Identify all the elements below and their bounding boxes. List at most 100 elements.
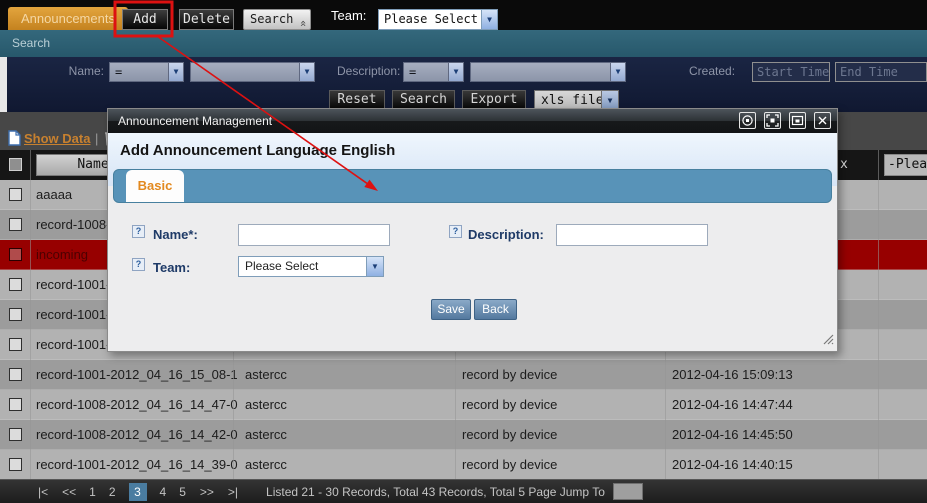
top-toolbar: Announcements Add Delete Search « Team: … — [0, 0, 927, 30]
row-checkbox[interactable] — [9, 458, 22, 471]
team-select[interactable]: Please Select ▼ — [378, 9, 498, 30]
restore-icon[interactable] — [789, 112, 806, 129]
cell-team: astercc — [245, 457, 287, 472]
records-summary: Listed 21 - 30 Records, Total 43 Records… — [266, 485, 605, 499]
back-button[interactable]: Back — [474, 299, 517, 320]
window-controls — [739, 112, 831, 129]
next-page-button[interactable]: >> — [200, 485, 214, 499]
page-button-5[interactable]: 5 — [179, 485, 186, 499]
dropdown-arrow-icon: ▼ — [366, 257, 383, 276]
select-all-checkbox[interactable] — [9, 158, 22, 171]
cell-name: record-1008- — [36, 217, 110, 232]
table-row[interactable]: record-1008-2012_04_16_14_47-0 astercc r… — [0, 390, 927, 420]
help-icon[interactable]: ? — [132, 258, 145, 271]
column-filter-select[interactable]: -Please Select- — [884, 154, 927, 176]
name-value-select[interactable]: ▼ — [190, 62, 315, 82]
tab-announcements[interactable]: Announcements — [8, 7, 128, 30]
row-checkbox[interactable] — [9, 248, 22, 261]
dropdown-arrow-icon: ▼ — [481, 10, 497, 29]
help-icon[interactable]: ? — [132, 225, 145, 238]
cell-description: record by device — [462, 397, 557, 412]
column-divider — [878, 150, 879, 479]
team-field-select[interactable]: Please Select ▼ — [238, 256, 384, 277]
team-label: Team: — [331, 8, 366, 23]
description-operator-select[interactable]: = ▼ — [403, 62, 464, 82]
tab-basic[interactable]: Basic — [126, 170, 184, 202]
cell-team: astercc — [245, 427, 287, 442]
cell-name: record-1001- — [36, 337, 110, 352]
team-field-label: Team: — [153, 260, 190, 275]
page-button-2[interactable]: 2 — [109, 485, 116, 499]
filter-panel: Name: = ▼ ▼ Description: = ▼ ▼ Created: … — [7, 57, 927, 112]
table-row[interactable]: record-1008-2012_04_16_14_42-0 astercc r… — [0, 420, 927, 450]
page-button-1[interactable]: 1 — [89, 485, 96, 499]
show-data-link[interactable]: Show Data — [24, 131, 90, 146]
first-page-button[interactable]: |< — [38, 485, 48, 499]
search-combo-label: Search — [250, 12, 293, 26]
cell-description: record by device — [462, 367, 557, 382]
name-field-input[interactable] — [238, 224, 390, 246]
cell-created: 2012-04-16 14:40:15 — [672, 457, 793, 472]
maximize-icon[interactable] — [764, 112, 781, 129]
cell-description: record by device — [462, 427, 557, 442]
rollup-icon[interactable] — [739, 112, 756, 129]
resize-handle-icon[interactable] — [823, 333, 834, 348]
page-button-3-current[interactable]: 3 — [129, 483, 147, 501]
dialog-heading: Add Announcement Language English — [120, 142, 395, 159]
description-operator-value: = — [409, 65, 416, 79]
delete-button[interactable]: Delete — [179, 9, 234, 30]
end-time-input[interactable] — [835, 62, 927, 82]
name-field-label: Name*: — [153, 227, 198, 242]
cell-description: record by device — [462, 457, 557, 472]
row-checkbox[interactable] — [9, 368, 22, 381]
jump-to-input[interactable] — [613, 483, 643, 500]
column-header-x[interactable]: x — [840, 157, 848, 172]
search-section-header[interactable]: Search — [0, 30, 927, 57]
close-icon[interactable] — [814, 112, 831, 129]
help-icon[interactable]: ? — [449, 225, 462, 238]
row-checkbox[interactable] — [9, 308, 22, 321]
export-button[interactable]: Export — [462, 90, 526, 110]
cell-name: record-1001- — [36, 307, 110, 322]
row-checkbox[interactable] — [9, 218, 22, 231]
row-checkbox[interactable] — [9, 338, 22, 351]
prev-page-button[interactable]: << — [62, 485, 76, 499]
start-time-input[interactable] — [752, 62, 830, 82]
name-operator-select[interactable]: = ▼ — [109, 62, 184, 82]
cell-name: record-1001-2012_04_16_14_39-0 — [36, 457, 238, 472]
save-button[interactable]: Save — [431, 299, 471, 320]
team-select-value: Please Select — [384, 12, 478, 26]
cell-team: astercc — [245, 367, 287, 382]
search-collapse-combo[interactable]: Search « — [243, 9, 311, 30]
description-value-select[interactable]: ▼ — [470, 62, 626, 82]
dialog-tabbar: Basic — [113, 169, 832, 203]
dialog-titlebar[interactable]: Announcement Management — [108, 109, 837, 133]
announcement-management-dialog: Announcement Management Add Announcement… — [107, 108, 838, 352]
cell-name: incoming — [36, 247, 88, 262]
row-checkbox[interactable] — [9, 398, 22, 411]
dropdown-arrow-icon: ▼ — [448, 63, 463, 81]
description-field-input[interactable] — [556, 224, 708, 246]
row-checkbox[interactable] — [9, 428, 22, 441]
dialog-title: Announcement Management — [118, 114, 272, 128]
cell-name: record-1001- — [36, 277, 110, 292]
table-row[interactable]: record-1001-2012_04_16_14_39-0 astercc r… — [0, 450, 927, 480]
cell-name: record-1008-2012_04_16_14_42-0 — [36, 427, 238, 442]
cell-created: 2012-04-16 14:47:44 — [672, 397, 793, 412]
document-icon — [8, 130, 21, 149]
pagination-bar: |< << 1 2 3 4 5 >> >| Listed 21 - 30 Rec… — [0, 479, 927, 503]
separator: | — [95, 131, 98, 146]
row-checkbox[interactable] — [9, 188, 22, 201]
reset-button[interactable]: Reset — [329, 90, 385, 110]
search-button[interactable]: Search — [392, 90, 455, 110]
table-row[interactable]: record-1001-2012_04_16_15_08-1 astercc r… — [0, 360, 927, 390]
cell-team: astercc — [245, 397, 287, 412]
filter-created-label: Created: — [689, 64, 735, 78]
team-field-value: Please Select — [245, 259, 318, 273]
page-button-4[interactable]: 4 — [160, 485, 167, 499]
dropdown-arrow-icon: ▼ — [610, 63, 625, 81]
dialog-content-area — [108, 186, 837, 351]
last-page-button[interactable]: >| — [228, 485, 238, 499]
add-button[interactable]: Add — [122, 9, 168, 30]
row-checkbox[interactable] — [9, 278, 22, 291]
